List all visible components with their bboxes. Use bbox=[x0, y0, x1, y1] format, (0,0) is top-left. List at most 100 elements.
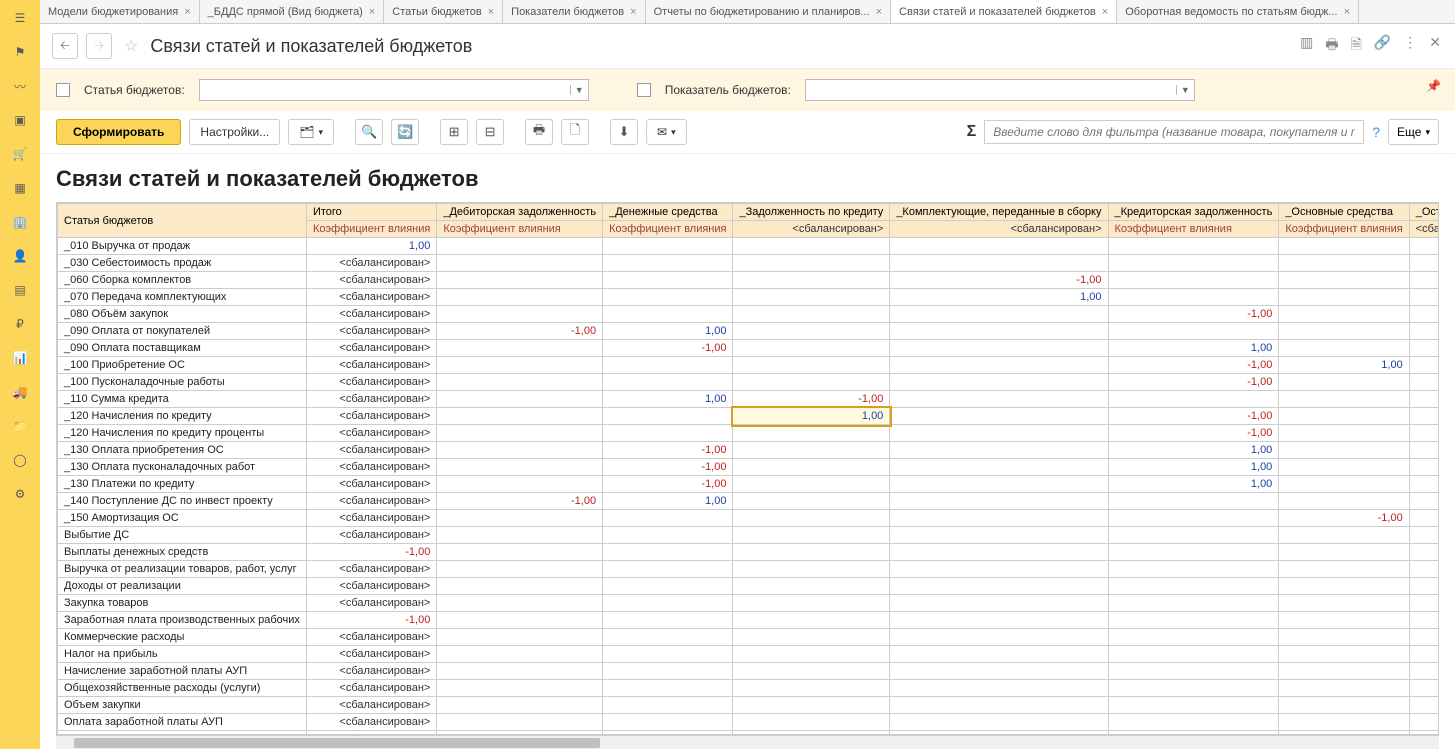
table-row[interactable]: _130 Платежи по кредиту<сбалансирован>-1… bbox=[58, 476, 1440, 493]
flag-icon[interactable]: ⚑ bbox=[10, 42, 30, 62]
close-window-icon[interactable]: ✕ bbox=[1427, 32, 1443, 60]
box-icon[interactable]: ▣ bbox=[10, 110, 30, 130]
tab-label: Статьи бюджетов bbox=[392, 6, 481, 18]
table-row[interactable]: _080 Объём закупок<сбалансирован>-1,001,… bbox=[58, 306, 1440, 323]
table-row[interactable]: Объем закупки<сбалансирован> bbox=[58, 697, 1440, 714]
table-row[interactable]: Закупка товаров<сбалансирован> bbox=[58, 595, 1440, 612]
save-icon[interactable]: 🗎 bbox=[1349, 32, 1364, 60]
cart-icon[interactable]: 🛒 bbox=[10, 144, 30, 164]
table-row[interactable]: _140 Поступление ДС по инвест проекту<сб… bbox=[58, 493, 1440, 510]
table-row[interactable]: _130 Оплата пусконаладочных работ<сбалан… bbox=[58, 459, 1440, 476]
truck-icon[interactable]: 🚚 bbox=[10, 382, 30, 402]
table-row[interactable]: _070 Передача комплектующих<сбалансирова… bbox=[58, 289, 1440, 306]
expand-button[interactable]: ⊞ bbox=[440, 119, 468, 145]
table-row[interactable]: _060 Сборка комплектов<сбалансирован>-1,… bbox=[58, 272, 1440, 289]
table-row[interactable]: _120 Начисления по кредиту проценты<сбал… bbox=[58, 425, 1440, 442]
table-row[interactable]: Выбытие ДС<сбалансирован> bbox=[58, 527, 1440, 544]
table-row[interactable]: _090 Оплата поставщикам<сбалансирован>-1… bbox=[58, 340, 1440, 357]
building-icon[interactable]: 🏢 bbox=[10, 212, 30, 232]
download-button[interactable]: ⬇ bbox=[610, 119, 638, 145]
tab[interactable]: Связи статей и показателей бюджетов × bbox=[891, 0, 1117, 23]
folder-icon[interactable]: 📁 bbox=[10, 416, 30, 436]
grid-icon[interactable]: ▦ bbox=[10, 178, 30, 198]
table-row[interactable]: _010 Выручка от продаж1,00 bbox=[58, 238, 1440, 255]
tab[interactable]: Оборотная ведомость по статьям бюдж...× bbox=[1117, 0, 1359, 23]
variants-button[interactable]: 🗂 ▾ bbox=[288, 119, 334, 145]
item-filter-label: Статья бюджетов: bbox=[84, 83, 185, 97]
more-button[interactable]: Еще ▾ bbox=[1388, 119, 1439, 145]
preview-button[interactable]: 🗋 bbox=[561, 119, 589, 145]
tab[interactable]: _БДДС прямой (Вид бюджета)× bbox=[200, 0, 385, 23]
page-title: Связи статей и показателей бюджетов bbox=[150, 36, 472, 57]
filter-search-input[interactable] bbox=[984, 120, 1364, 144]
table-row[interactable]: Коммерческие расходы<сбалансирован> bbox=[58, 629, 1440, 646]
help-icon[interactable]: ? bbox=[1372, 124, 1380, 140]
tab[interactable]: Показатели бюджетов × bbox=[503, 0, 645, 23]
close-icon[interactable]: × bbox=[369, 6, 375, 18]
table-row[interactable]: Доходы от реализации<сбалансирован> bbox=[58, 578, 1440, 595]
table-row[interactable]: Налог на прибыль<сбалансирован> bbox=[58, 646, 1440, 663]
tab[interactable]: Отчеты по бюджетированию и планиров...× bbox=[646, 0, 891, 23]
form-button[interactable]: Сформировать bbox=[56, 119, 181, 145]
menu-icon[interactable]: ☰ bbox=[10, 8, 30, 28]
table-row[interactable]: Оплата заработной платы АУП<сбалансирова… bbox=[58, 714, 1440, 731]
email-button[interactable]: ✉ ▾ bbox=[646, 119, 687, 145]
close-icon[interactable]: × bbox=[1344, 6, 1350, 18]
item-filter-input[interactable]: ▼ bbox=[199, 79, 589, 101]
close-icon[interactable]: × bbox=[1102, 6, 1108, 18]
chevron-down-icon[interactable]: ▼ bbox=[1176, 85, 1194, 95]
tab[interactable]: Модели бюджетирования × bbox=[40, 0, 200, 23]
favorite-star-icon[interactable]: ☆ bbox=[120, 36, 142, 56]
kebab-icon[interactable]: ⋮ bbox=[1401, 32, 1419, 60]
item-checkbox[interactable] bbox=[56, 83, 70, 97]
title-bar: 🡠 🡢 ☆ Связи статей и показателей бюджето… bbox=[40, 24, 1455, 69]
indicator-filter-input[interactable]: ▼ bbox=[805, 79, 1195, 101]
tab[interactable]: Статьи бюджетов × bbox=[384, 0, 503, 23]
close-icon[interactable]: × bbox=[876, 6, 882, 18]
table-row[interactable]: Выручка от реализации товаров, работ, ус… bbox=[58, 561, 1440, 578]
refresh-button[interactable]: 🔄 bbox=[391, 119, 419, 145]
circle-icon[interactable]: ◯ bbox=[10, 450, 30, 470]
docs-icon[interactable]: ▤ bbox=[10, 280, 30, 300]
table-row[interactable]: Выплаты денежных средств-1,00 bbox=[58, 544, 1440, 561]
table-row[interactable]: _090 Оплата от покупателей<сбалансирован… bbox=[58, 323, 1440, 340]
table-row[interactable]: _150 Амортизация ОС<сбалансирован>-1,00 bbox=[58, 510, 1440, 527]
table-row[interactable]: _100 Приобретение ОС<сбалансирован>-1,00… bbox=[58, 357, 1440, 374]
indicator-filter-label: Показатель бюджетов: bbox=[665, 83, 791, 97]
horizontal-scrollbar[interactable] bbox=[56, 735, 1439, 749]
close-icon[interactable]: × bbox=[184, 6, 190, 18]
table-row[interactable]: _120 Начисления по кредиту<сбалансирован… bbox=[58, 408, 1440, 425]
forward-button[interactable]: 🡢 bbox=[86, 33, 112, 59]
table-row[interactable]: Общехозяйственные расходы (услуги)<сбала… bbox=[58, 680, 1440, 697]
link-icon[interactable]: 🔗 bbox=[1372, 32, 1393, 60]
chart-curve-icon[interactable]: 〰 bbox=[10, 76, 30, 96]
table-row[interactable]: _030 Себестоимость продаж<сбалансирован>… bbox=[58, 255, 1440, 272]
table-row[interactable]: Начисление заработной платы АУП<сбаланси… bbox=[58, 663, 1440, 680]
table-row[interactable]: Заработная плата производственных рабочи… bbox=[58, 612, 1440, 629]
pin-icon[interactable]: 📌 bbox=[1426, 79, 1441, 93]
tab-label: Модели бюджетирования bbox=[48, 6, 178, 18]
sigma-icon[interactable]: Σ bbox=[967, 123, 977, 141]
tab-label: Показатели бюджетов bbox=[511, 6, 624, 18]
print-icon[interactable]: 🖶 bbox=[1323, 32, 1340, 60]
report-icon[interactable]: ▥ bbox=[1298, 32, 1315, 60]
close-icon[interactable]: × bbox=[630, 6, 636, 18]
bars-icon[interactable]: 📊 bbox=[10, 348, 30, 368]
report-table[interactable]: Статья бюджетов Итого _Дебиторская задол… bbox=[56, 202, 1439, 735]
settings-button[interactable]: Настройки... bbox=[189, 119, 280, 145]
chevron-down-icon[interactable]: ▼ bbox=[570, 85, 588, 95]
table-row[interactable]: _100 Пусконаладочные работы<сбалансирова… bbox=[58, 374, 1440, 391]
person-icon[interactable]: 👤 bbox=[10, 246, 30, 266]
indicator-checkbox[interactable] bbox=[637, 83, 651, 97]
ruble-icon[interactable]: ₽ bbox=[10, 314, 30, 334]
table-row[interactable]: _110 Сумма кредита<сбалансирован>1,00-1,… bbox=[58, 391, 1440, 408]
search-button[interactable]: 🔍 bbox=[355, 119, 383, 145]
back-button[interactable]: 🡠 bbox=[52, 33, 78, 59]
gear-icon[interactable]: ⚙ bbox=[10, 484, 30, 504]
left-sidebar: ☰ ⚑ 〰 ▣ 🛒 ▦ 🏢 👤 ▤ ₽ 📊 🚚 📁 ◯ ⚙ bbox=[0, 0, 40, 749]
close-icon[interactable]: × bbox=[488, 6, 494, 18]
print-button[interactable]: 🖶 bbox=[525, 119, 553, 145]
collapse-button[interactable]: ⊟ bbox=[476, 119, 504, 145]
tab-label: Связи статей и показателей бюджетов bbox=[899, 6, 1096, 18]
table-row[interactable]: _130 Оплата приобретения ОС<сбалансирова… bbox=[58, 442, 1440, 459]
